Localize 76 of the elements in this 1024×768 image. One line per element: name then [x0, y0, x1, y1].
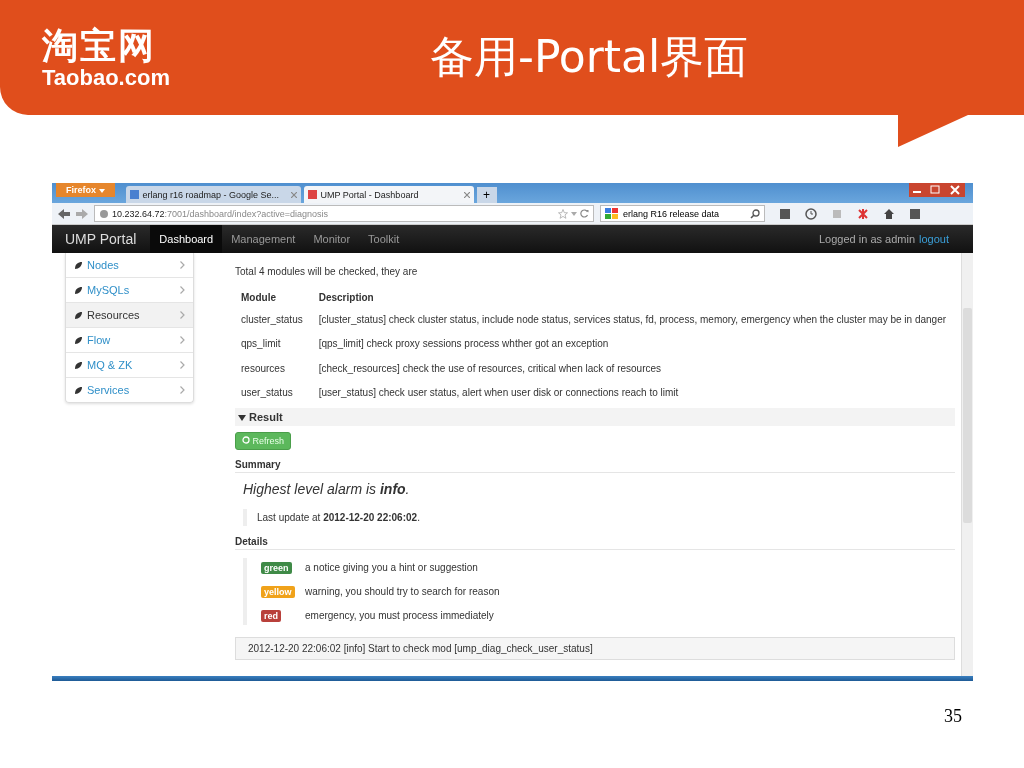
new-tab-button[interactable]: + — [476, 187, 497, 203]
scrollbar[interactable] — [961, 253, 973, 676]
page-icon — [307, 190, 317, 199]
nav-item[interactable]: Toolkit — [359, 225, 409, 253]
sidebar-item[interactable]: Flow — [66, 328, 193, 353]
browser-tab[interactable]: UMP Portal - Dashboard — [303, 186, 474, 203]
table-cell-text: [check_resources] check the use of resources, critical when lack of resources — [317, 361, 663, 376]
back-icon[interactable] — [58, 208, 70, 219]
chevron-icon — [180, 361, 185, 369]
logo-text: Taobao.com — [42, 65, 171, 90]
search-field[interactable]: erlang R16 release data — [600, 205, 765, 222]
logo-text: 淘宝网 — [42, 25, 157, 66]
details-heading: Details — [235, 536, 955, 550]
chevron-icon — [180, 336, 185, 344]
intro-text: Total 4 modules will be checked, they are — [235, 266, 419, 277]
table-cell-text: [user_status] check user status, alert when user disk or connections reach to limit — [317, 386, 680, 401]
login-text: Logged in as admin — [819, 233, 915, 245]
nav-item[interactable]: Management — [222, 225, 305, 253]
nav-item[interactable]: Dashboard — [150, 225, 223, 253]
level-badge: red — [261, 609, 281, 622]
leaf-icon — [74, 310, 83, 320]
table-cell-text: [qps_limit] check proxy sessions process whther got an exception — [317, 337, 610, 352]
logout-link[interactable]: logout — [919, 233, 949, 245]
chevron-icon — [180, 386, 185, 394]
table-cell-text: [cluster_status] check cluster status, include node status, services status, fd, process, memory, emergency when the cluster may be in danger — [317, 312, 948, 327]
chevron-icon — [180, 286, 185, 294]
nav-item[interactable]: Monitor — [304, 225, 360, 253]
close-icon[interactable] — [290, 191, 297, 198]
dropdown-icon[interactable] — [571, 211, 577, 216]
alarm-text: Highest level alarm is info. — [243, 481, 411, 497]
refresh-icon — [242, 436, 250, 444]
level-description: a notice giving you a hint or suggestion — [305, 562, 478, 573]
leaf-icon — [74, 285, 83, 295]
log-text: 2012-12-20 22:06:02 [info] Start to check mod [ump_diag_check_user_status] — [235, 637, 955, 660]
column-header: Module — [240, 290, 277, 305]
search-icon[interactable] — [750, 208, 760, 219]
page-icon — [129, 190, 139, 199]
bookmark-icon[interactable] — [779, 207, 791, 220]
window-controls[interactable] — [909, 183, 965, 197]
chevron-icon — [180, 311, 185, 319]
chevron-icon — [180, 261, 185, 269]
table-cell-text: user_status — [240, 386, 294, 401]
sidebar-item[interactable]: MQ & ZK — [66, 353, 193, 378]
close-icon[interactable] — [463, 191, 470, 198]
section-header[interactable]: Result — [235, 408, 955, 426]
summary-heading: Summary — [235, 459, 955, 473]
table-cell-text: cluster_status — [240, 312, 304, 327]
addon-icon[interactable] — [857, 207, 869, 220]
star-icon[interactable] — [558, 208, 568, 219]
clock-icon[interactable] — [805, 207, 817, 220]
page-number: 35 — [944, 706, 962, 727]
brand-link[interactable]: UMP Portal — [52, 231, 151, 247]
leaf-icon — [74, 260, 83, 270]
table-cell-text: qps_limit — [240, 337, 282, 352]
caret-icon — [238, 415, 246, 421]
sidebar-item[interactable]: Services — [66, 378, 193, 402]
leaf-icon — [74, 360, 83, 370]
address-field[interactable]: 10.232.64.72:7001/dashboard/index?active=diagnosis — [94, 205, 594, 222]
caret-icon — [98, 189, 105, 193]
table-cell-text: resources — [240, 361, 286, 376]
leaf-icon — [74, 385, 83, 395]
bookmark-icon[interactable] — [909, 207, 921, 220]
level-description: emergency, you must process immediately — [305, 610, 494, 621]
level-badge: green — [261, 561, 292, 574]
search-engine-icon[interactable] — [605, 207, 619, 220]
level-description: warning, you should try to search for reason — [305, 586, 500, 597]
level-badge: yellow — [261, 585, 295, 598]
leaf-icon — [74, 335, 83, 345]
last-update-text: Last update at 2012-12-20 22:06:02. — [243, 509, 955, 526]
sidebar-item[interactable]: Nodes — [66, 253, 193, 278]
reload-icon[interactable] — [580, 209, 589, 218]
column-header: Description — [317, 290, 375, 305]
sidebar-item[interactable]: Resources — [66, 303, 193, 328]
home-icon[interactable] — [883, 207, 895, 220]
slide-title: 备用-Portal界面 — [430, 30, 749, 84]
browser-tab[interactable]: erlang r16 roadmap - Google Se... — [125, 186, 301, 203]
